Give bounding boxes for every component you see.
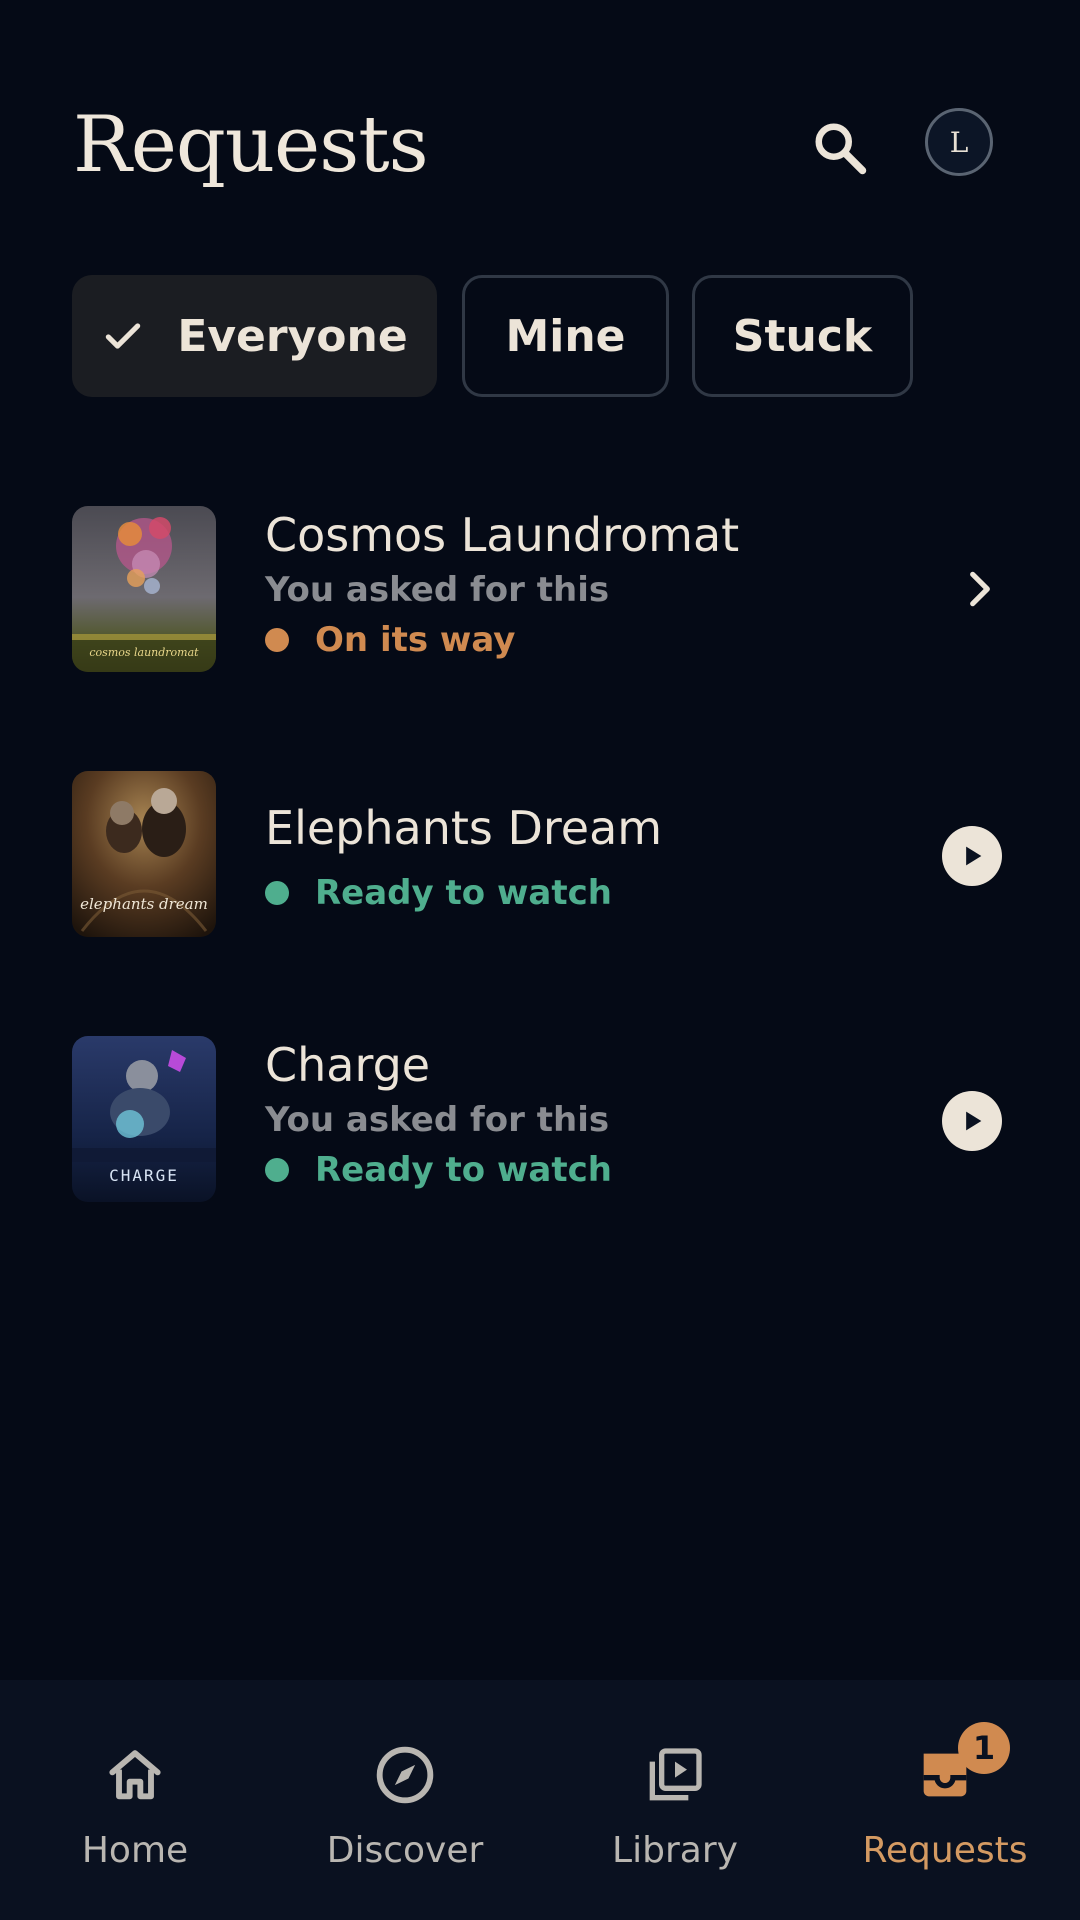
request-subtitle: You asked for this [265,570,610,610]
filter-chip-label: Stuck [732,310,873,362]
search-button[interactable] [800,108,880,188]
request-title: Elephants Dream [265,801,663,855]
home-icon [100,1740,170,1810]
avatar[interactable]: L [925,108,993,176]
status-label: On its way [315,620,516,660]
filter-chip-everyone[interactable]: Everyone [72,275,437,397]
poster-title-text: CHARGE [109,1166,179,1185]
status-indicator: Ready to watch [265,869,662,917]
request-info: Cosmos Laundromat You asked for this On … [265,506,739,664]
play-icon [966,1111,982,1131]
request-row-elephants-dream[interactable]: elephants dream Elephants Dream Ready to… [0,771,1080,941]
nav-item-home[interactable]: Home [0,1680,270,1920]
chevron-right-icon [970,571,990,607]
status-dot [265,628,289,652]
nav-item-library[interactable]: Library [540,1680,810,1920]
compass-icon [370,1740,440,1810]
poster-cosmos-laundromat: cosmos laundromat [72,506,216,672]
poster-title-text: elephants dream [80,895,208,913]
request-title: Charge [265,1038,431,1092]
nav-item-discover[interactable]: Discover [270,1680,540,1920]
filter-chip-label: Mine [505,310,626,362]
nav-label: Requests [862,1830,1028,1871]
search-icon [815,123,867,175]
check-icon [101,314,145,358]
status-dot [265,881,289,905]
library-icon [640,1740,710,1810]
bottom-nav: Home Discover Library 1 Requests [0,1680,1080,1920]
notification-badge: 1 [958,1722,1010,1774]
poster-title-text: cosmos laundromat [89,646,199,659]
request-title: Cosmos Laundromat [265,508,740,562]
filter-chip-label: Everyone [177,310,408,362]
nav-label: Library [612,1830,738,1871]
status-indicator: Ready to watch [265,1146,612,1194]
filter-chip-stuck[interactable]: Stuck [692,275,913,397]
nav-item-requests[interactable]: 1 Requests [810,1680,1080,1920]
request-subtitle: You asked for this [265,1100,610,1140]
page-title: Requests [73,100,429,190]
request-row-charge[interactable]: CHARGE Charge You asked for this Ready t… [0,1036,1080,1206]
status-dot [265,1158,289,1182]
nav-label: Home [81,1830,189,1871]
app-header: Requests L [0,0,1080,240]
poster-charge: CHARGE [72,1036,216,1202]
open-details-button[interactable] [958,567,1002,615]
avatar-initial: L [949,125,969,159]
request-row-cosmos-laundromat[interactable]: cosmos laundromat Cosmos Laundromat You … [0,506,1080,676]
play-button[interactable] [942,826,1002,886]
request-info: Charge You asked for this Ready to watch [265,1036,612,1194]
play-icon [966,846,982,866]
status-label: Ready to watch [315,1150,612,1190]
poster-elephants-dream: elephants dream [72,771,216,937]
nav-label: Discover [326,1830,484,1871]
request-info: Elephants Dream Ready to watch [265,799,662,917]
filter-chip-mine[interactable]: Mine [462,275,669,397]
status-label: Ready to watch [315,873,612,913]
play-button[interactable] [942,1091,1002,1151]
status-indicator: On its way [265,616,739,664]
